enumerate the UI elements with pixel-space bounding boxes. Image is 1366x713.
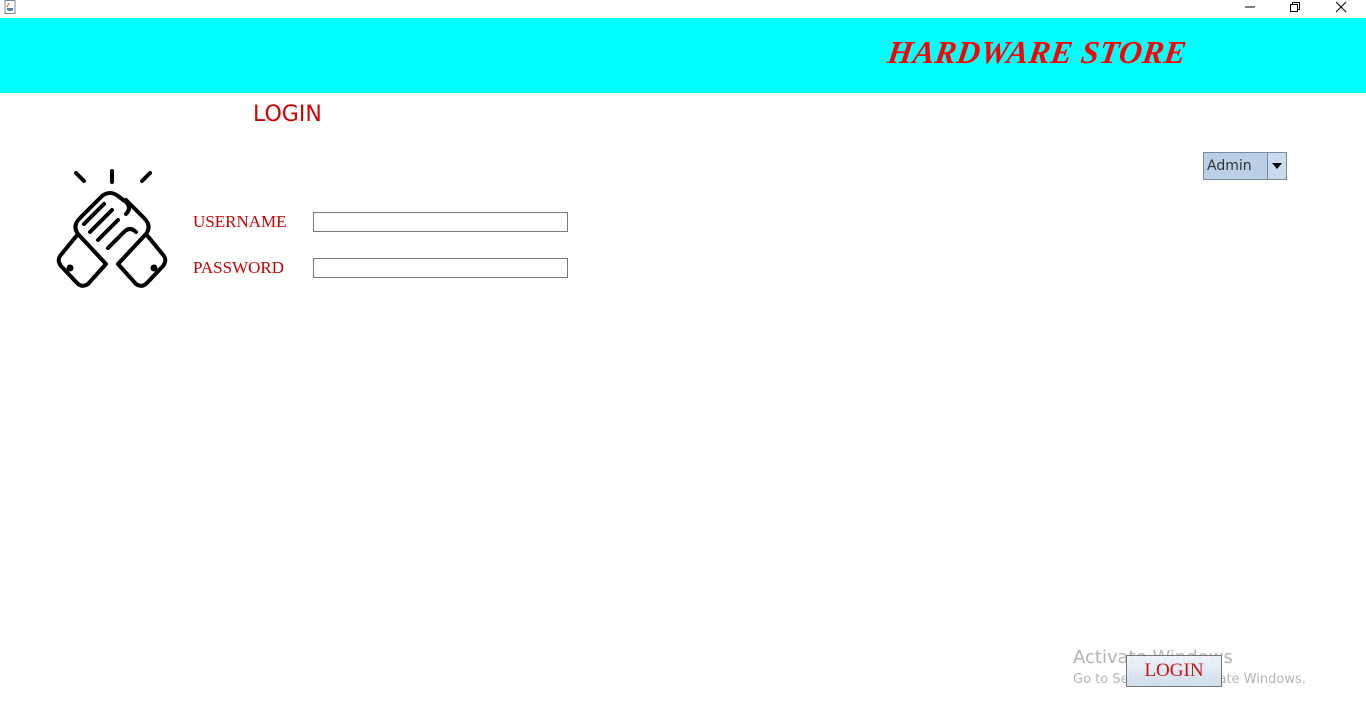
minimize-icon	[1245, 6, 1255, 8]
minimize-button[interactable]	[1227, 0, 1273, 14]
java-cup-icon	[2, 0, 18, 14]
restore-icon	[1290, 2, 1300, 12]
role-selected-value: Admin	[1207, 158, 1252, 174]
window-title-bar	[0, 0, 1366, 18]
restore-button[interactable]	[1272, 0, 1318, 14]
username-label: USERNAME	[193, 212, 287, 231]
login-button[interactable]: LOGIN	[1126, 655, 1222, 687]
close-icon	[1335, 1, 1347, 13]
store-title: HARDWARE STORE	[885, 34, 1189, 70]
dropdown-arrow-button[interactable]	[1267, 153, 1286, 179]
username-field[interactable]	[313, 212, 568, 232]
page-title: LOGIN	[253, 102, 322, 127]
header-banner: HARDWARE STORE	[0, 18, 1366, 93]
handshake-icon	[50, 168, 174, 290]
password-field[interactable]	[313, 258, 568, 278]
chevron-down-icon	[1272, 163, 1282, 169]
close-button[interactable]	[1318, 0, 1364, 14]
password-label: PASSWORD	[193, 258, 285, 277]
role-dropdown[interactable]: Admin	[1203, 152, 1287, 180]
